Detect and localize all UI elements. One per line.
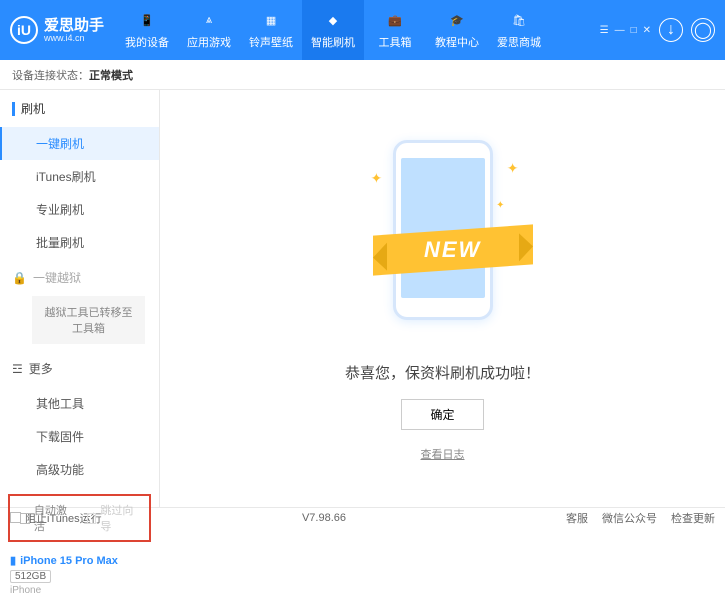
nav-label: 教程中心 <box>435 34 479 50</box>
nav-label: 爱思商城 <box>497 34 541 50</box>
footer-link-update[interactable]: 检查更新 <box>671 510 715 526</box>
status-bar: 设备连接状态：正常模式 <box>0 60 725 90</box>
success-illustration: ✦ ✦ ✦ NEW <box>363 130 523 350</box>
nav-ringtone[interactable]: ▦ 铃声壁纸 <box>240 0 302 60</box>
app-logo: iU 爱思助手 www.i4.cn <box>10 16 104 44</box>
app-title: 爱思助手 <box>44 18 104 33</box>
sidebar: 刷机 一键刷机 iTunes刷机 专业刷机 批量刷机 🔒 一键越狱 越狱工具已转移… <box>0 90 160 507</box>
main-content: ✦ ✦ ✦ NEW 恭喜您，保资料刷机成功啦！ 确定 查看日志 <box>160 90 725 507</box>
device-info: ▮iPhone 15 Pro Max 512GB iPhone <box>0 550 159 604</box>
device-type: iPhone <box>10 585 149 596</box>
status-value: 正常模式 <box>89 67 133 83</box>
phone-icon: ▮ <box>10 554 16 567</box>
section-label: 刷机 <box>21 100 45 117</box>
toolbox-icon: 💼 <box>385 10 405 30</box>
section-label: 一键越狱 <box>33 269 81 286</box>
sidebar-section-jailbreak: 🔒 一键越狱 <box>0 259 159 296</box>
nav-store[interactable]: 🛍 爱思商城 <box>488 0 550 60</box>
titlebar: iU 爱思助手 www.i4.cn 📱 我的设备 ⩓ 应用游戏 ▦ 铃声壁纸 ◆ 智能刷… <box>0 0 725 60</box>
window-controls: ☰ — □ ✕ <box>600 25 651 36</box>
nav-label: 工具箱 <box>379 34 412 50</box>
list-icon: ☲ <box>12 362 23 376</box>
apps-icon: ⩓ <box>199 10 219 30</box>
flash-icon: ◆ <box>323 10 343 30</box>
menu-icon[interactable]: ☰ <box>600 25 609 36</box>
sidebar-section-more[interactable]: ☲ 更多 <box>0 350 159 387</box>
top-nav: 📱 我的设备 ⩓ 应用游戏 ▦ 铃声壁纸 ◆ 智能刷机 💼 工具箱 🎓 教程中心 🛍 爱思商城 <box>116 0 600 60</box>
sidebar-item-download[interactable]: 下载固件 <box>0 420 159 453</box>
success-message: 恭喜您，保资料刷机成功啦！ <box>345 362 540 383</box>
sidebar-section-flash[interactable]: 刷机 <box>0 90 159 127</box>
nav-label: 智能刷机 <box>311 34 355 50</box>
store-icon: 🛍 <box>509 10 529 30</box>
sidebar-item-batch[interactable]: 批量刷机 <box>0 226 159 259</box>
flash-options-group: 自动激活 跳过向导 <box>8 494 151 542</box>
sidebar-item-other[interactable]: 其他工具 <box>0 387 159 420</box>
logo-icon: iU <box>10 16 38 44</box>
download-button[interactable]: ↓ <box>659 18 683 42</box>
nav-toolbox[interactable]: 💼 工具箱 <box>364 0 426 60</box>
close-icon[interactable]: ✕ <box>643 25 651 36</box>
user-button[interactable]: ◯ <box>691 18 715 42</box>
nav-label: 我的设备 <box>125 34 169 50</box>
nav-smart-flash[interactable]: ◆ 智能刷机 <box>302 0 364 60</box>
checkbox-skip-guide[interactable]: 跳过向导 <box>87 502 140 534</box>
section-label: 更多 <box>29 360 53 377</box>
device-icon: 📱 <box>137 10 157 30</box>
checkbox-label: 跳过向导 <box>100 502 139 534</box>
nav-tutorial[interactable]: 🎓 教程中心 <box>426 0 488 60</box>
ok-button[interactable]: 确定 <box>401 399 483 430</box>
version-label: V7.98.66 <box>302 512 346 524</box>
nav-apps[interactable]: ⩓ 应用游戏 <box>178 0 240 60</box>
footer-link-support[interactable]: 客服 <box>566 510 588 526</box>
jailbreak-note[interactable]: 越狱工具已转移至工具箱 <box>32 296 145 344</box>
device-storage: 512GB <box>10 570 51 583</box>
device-name[interactable]: ▮iPhone 15 Pro Max <box>10 554 149 567</box>
sidebar-item-oneclick[interactable]: 一键刷机 <box>0 127 159 160</box>
nav-label: 应用游戏 <box>187 34 231 50</box>
view-log-link[interactable]: 查看日志 <box>421 446 465 462</box>
lock-icon: 🔒 <box>12 271 27 285</box>
sidebar-item-advanced[interactable]: 高级功能 <box>0 453 159 486</box>
checkbox-label: 自动激活 <box>34 502 73 534</box>
sidebar-item-pro[interactable]: 专业刷机 <box>0 193 159 226</box>
tutorial-icon: 🎓 <box>447 10 467 30</box>
status-label: 设备连接状态： <box>12 67 89 83</box>
ringtone-icon: ▦ <box>261 10 281 30</box>
minimize-icon[interactable]: — <box>615 25 625 36</box>
nav-label: 铃声壁纸 <box>249 34 293 50</box>
footer-link-wechat[interactable]: 微信公众号 <box>602 510 657 526</box>
maximize-icon[interactable]: □ <box>631 25 637 36</box>
checkbox-auto-activate[interactable]: 自动激活 <box>20 502 73 534</box>
nav-my-device[interactable]: 📱 我的设备 <box>116 0 178 60</box>
sidebar-item-itunes[interactable]: iTunes刷机 <box>0 160 159 193</box>
app-url: www.i4.cn <box>44 33 104 43</box>
